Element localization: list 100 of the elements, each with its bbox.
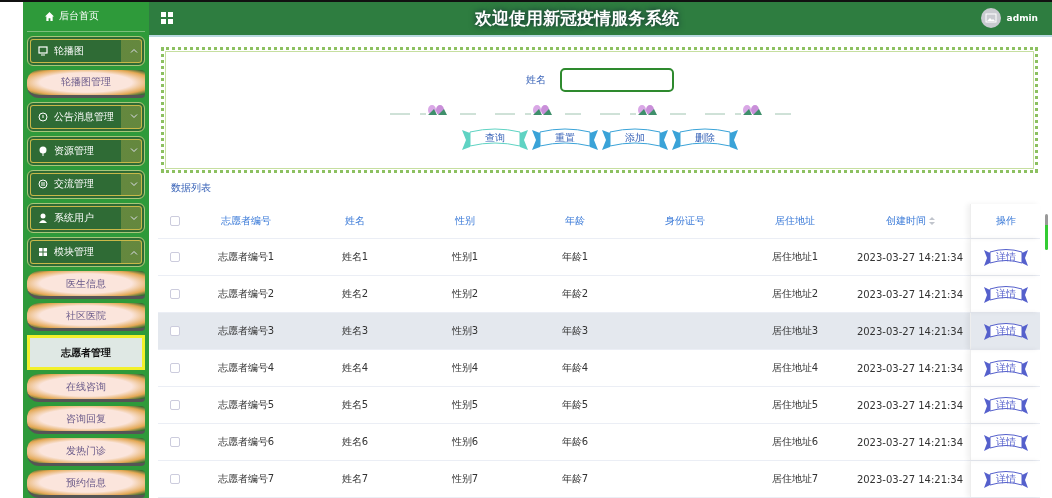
submenu-label: 在线咨询	[66, 379, 106, 394]
chevron-icon	[130, 249, 138, 255]
table-cell: 志愿者编号7	[217, 472, 275, 486]
submenu-label: 咨询回复	[66, 411, 106, 426]
avatar-icon[interactable]	[980, 8, 1001, 29]
select-all-checkbox[interactable]	[170, 216, 180, 226]
menu-group[interactable]: 公告消息管理	[27, 101, 145, 132]
row-checkbox[interactable]	[170, 400, 180, 410]
submenu-item[interactable]: 咨询回复	[27, 406, 145, 435]
table-cell: 2023-03-27 14:21:34	[856, 399, 964, 411]
column-header[interactable]: 创建时间	[850, 204, 970, 238]
submenu-label: 医生信息	[66, 276, 106, 291]
table-cell: 姓名5	[341, 398, 369, 412]
table-cell: 2023-03-27 14:21:34	[856, 288, 964, 300]
field-label: 姓名	[525, 72, 546, 87]
table-cell: 年龄6	[561, 435, 589, 449]
submenu-item[interactable]: 在线咨询	[27, 374, 145, 403]
table-cell: 姓名4	[341, 361, 369, 375]
table-cell: 志愿者编号3	[217, 324, 275, 338]
table-row[interactable]: 志愿者编号4 姓名4 性别4 年龄4 居住地址4 2023-03-27 14:21:34 详情	[158, 350, 1040, 387]
submenu-item[interactable]: 轮播图管理	[27, 69, 145, 98]
table-row[interactable]: 志愿者编号3 姓名3 性别3 年龄3 居住地址3 2023-03-27 14:21:34 详情	[158, 313, 1040, 350]
row-checkbox[interactable]	[170, 326, 180, 336]
table-cell: 年龄3	[561, 324, 589, 338]
name-input-field[interactable]	[559, 67, 674, 92]
sort-icon[interactable]	[928, 217, 935, 225]
chevron-icon	[130, 215, 138, 221]
app-title: 欢迎使用新冠疫情服务系统	[473, 6, 680, 30]
table-cell: 性别5	[451, 398, 479, 412]
column-header: 志愿者编号	[220, 214, 272, 228]
scrollbar-thumb[interactable]	[1045, 214, 1048, 250]
table-cell: 性别1	[451, 250, 479, 264]
menu-group-label: 公告消息管理	[54, 109, 115, 124]
table-cell: 志愿者编号5	[217, 398, 275, 412]
menu-group[interactable]: 交流管理	[27, 169, 145, 200]
table-cell: 2023-03-27 14:21:34	[856, 325, 964, 337]
menu-group-label: 模块管理	[54, 245, 95, 260]
submenu-label: 志愿者管理	[61, 345, 111, 360]
table-cell: 性别7	[451, 472, 479, 486]
column-header: 身份证号	[664, 214, 706, 228]
table-cell: 姓名2	[341, 287, 369, 301]
column-header: 姓名	[344, 214, 366, 228]
submenu-label: 发热门诊	[66, 443, 106, 458]
submenu-item[interactable]: 发热门诊	[27, 438, 145, 467]
submenu-item[interactable]: 社区医院	[27, 303, 145, 332]
submenu-label: 社区医院	[66, 308, 106, 323]
table-cell: 居住地址4	[771, 361, 819, 375]
table-cell: 年龄1	[561, 250, 589, 264]
table-cell: 2023-03-27 14:21:34	[856, 251, 964, 263]
menu-group[interactable]: 资源管理	[27, 135, 145, 166]
table-cell: 2023-03-27 14:21:34	[856, 473, 964, 485]
home-icon	[45, 11, 54, 21]
column-header: 性别	[454, 214, 476, 228]
row-checkbox[interactable]	[170, 437, 180, 447]
menu-group[interactable]: 系统用户	[27, 203, 145, 234]
menu-group-label: 交流管理	[54, 177, 95, 192]
row-checkbox[interactable]	[170, 289, 180, 299]
menu-group[interactable]: 模块管理	[27, 237, 145, 268]
menu-group[interactable]: 轮播图	[27, 35, 145, 66]
table-cell: 姓名3	[341, 324, 369, 338]
submenu-label: 轮播图管理	[61, 75, 111, 90]
table-row[interactable]: 志愿者编号1 姓名1 性别1 年龄1 居住地址1 2023-03-27 14:21:34 详情	[158, 239, 1040, 276]
submenu-item[interactable]: 医生信息	[27, 271, 145, 300]
menu-group-label: 系统用户	[54, 211, 95, 226]
table-row[interactable]: 志愿者编号7 姓名7 性别7 年龄7 居住地址7 2023-03-27 14:21:34 详情	[158, 461, 1040, 498]
row-checkbox[interactable]	[170, 363, 180, 373]
chevron-icon	[130, 181, 138, 187]
table-cell: 性别2	[451, 287, 479, 301]
table-cell: 志愿者编号1	[217, 250, 275, 264]
row-checkbox[interactable]	[170, 474, 180, 484]
table-cell: 性别3	[451, 324, 479, 338]
submenu-item[interactable]: 预约信息	[27, 470, 145, 498]
column-header: 年龄	[564, 214, 586, 228]
table-cell: 居住地址3	[771, 324, 819, 338]
table-row[interactable]: 志愿者编号6 姓名6 性别6 年龄6 居住地址6 2023-03-27 14:21:34 详情	[158, 424, 1040, 461]
list-title: 数据列表	[171, 181, 211, 193]
table-cell: 年龄7	[561, 472, 589, 486]
menu-group-label: 资源管理	[54, 143, 95, 158]
table-cell: 志愿者编号4	[217, 361, 275, 375]
table-cell: 2023-03-27 14:21:34	[856, 436, 964, 448]
row-checkbox[interactable]	[170, 252, 180, 262]
table-cell: 居住地址7	[771, 472, 819, 486]
table-cell: 志愿者编号2	[217, 287, 275, 301]
table-cell: 年龄4	[561, 361, 589, 375]
table-cell: 居住地址5	[771, 398, 819, 412]
table-cell: 居住地址2	[771, 287, 819, 301]
submenu-label: 预约信息	[66, 475, 106, 490]
home-menu-item[interactable]: 后台首页	[27, 2, 145, 32]
menu-group-label: 轮播图	[54, 43, 85, 58]
column-header: 居住地址	[774, 214, 816, 228]
table-cell: 性别6	[451, 435, 479, 449]
table-cell: 年龄2	[561, 287, 589, 301]
table-cell: 姓名6	[341, 435, 369, 449]
submenu-item[interactable]: 志愿者管理	[27, 335, 145, 371]
user-name[interactable]: admin	[1006, 13, 1038, 24]
table-cell: 2023-03-27 14:21:34	[856, 362, 964, 374]
table-row[interactable]: 志愿者编号5 姓名5 性别5 年龄5 居住地址5 2023-03-27 14:21:34 详情	[158, 387, 1040, 424]
chevron-icon	[130, 148, 138, 154]
chevron-icon	[130, 114, 138, 120]
table-cell: 居住地址6	[771, 435, 819, 449]
